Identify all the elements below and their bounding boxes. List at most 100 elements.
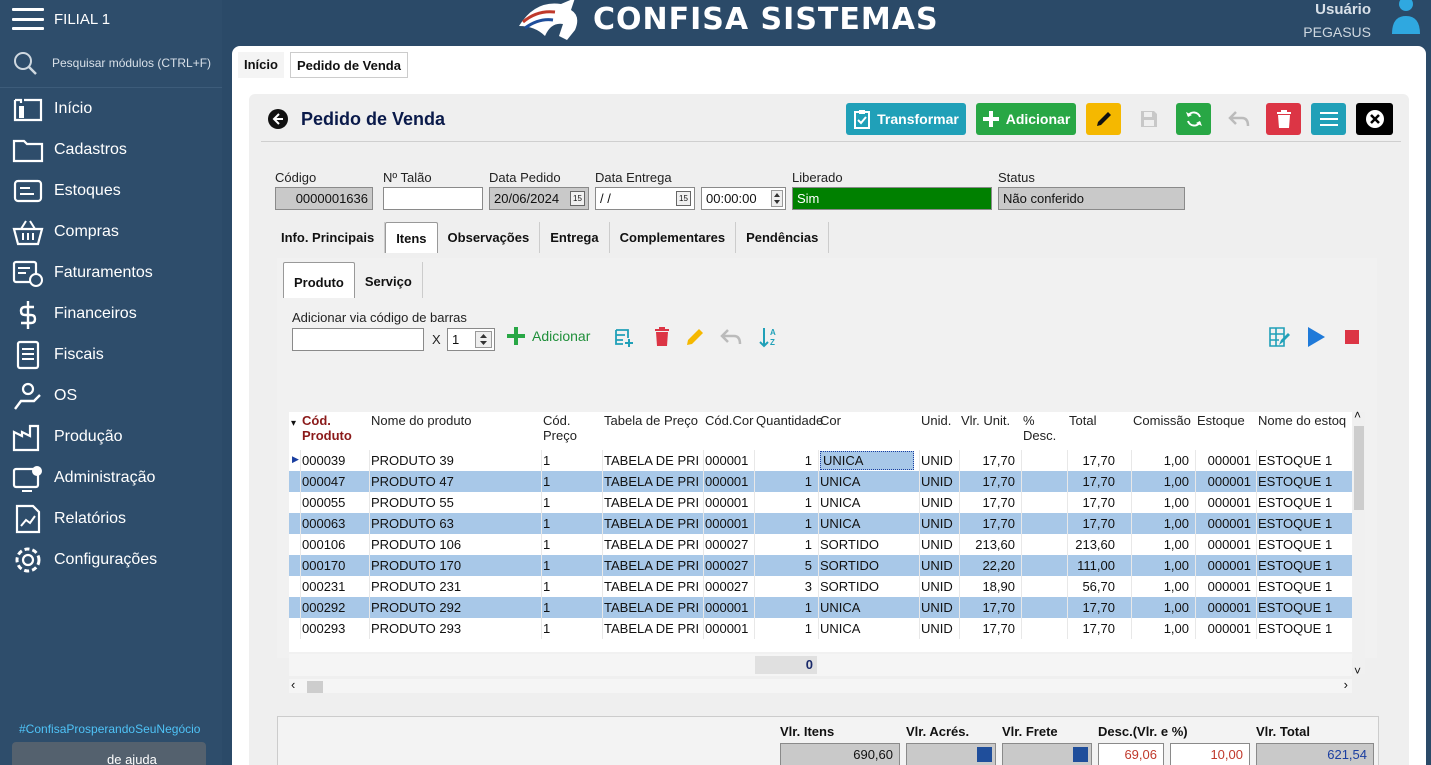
- menu-button[interactable]: [1311, 103, 1346, 135]
- table-cell[interactable]: 1: [543, 579, 597, 594]
- sidebar-item-service[interactable]: OS: [0, 375, 222, 416]
- table-cell[interactable]: 000001: [1197, 621, 1251, 636]
- table-cell[interactable]: 17,70: [1069, 600, 1115, 615]
- undo-button[interactable]: [1221, 103, 1256, 135]
- table-cell[interactable]: UNID: [921, 537, 955, 552]
- horizontal-scrollbar[interactable]: ‹ ›: [289, 677, 1352, 693]
- acres-field[interactable]: [906, 743, 996, 765]
- table-cell[interactable]: PRODUTO 47: [371, 474, 537, 489]
- table-cell[interactable]: 1: [543, 600, 597, 615]
- table-cell[interactable]: 1: [756, 495, 812, 510]
- talao-field[interactable]: [383, 187, 483, 210]
- table-cell[interactable]: 000027: [705, 558, 751, 573]
- table-cell[interactable]: 213,60: [961, 537, 1015, 552]
- items-grid[interactable]: Cód. Produto Nome do produto Cód. Preço Tab…: [289, 412, 1354, 655]
- tab-section-5[interactable]: Pendências: [736, 222, 830, 253]
- table-row[interactable]: 000293 PRODUTO 293 1 TABELA DE PRI 000001 1 UN…: [289, 618, 1352, 639]
- refresh-button[interactable]: [1176, 103, 1211, 135]
- column-header[interactable]: Quantidade: [756, 413, 823, 428]
- calculator-icon[interactable]: [977, 747, 992, 762]
- table-cell[interactable]: 000001: [705, 453, 751, 468]
- hora-field[interactable]: 00:00:00: [701, 187, 786, 210]
- table-cell[interactable]: 1: [543, 495, 597, 510]
- vertical-scrollbar[interactable]: ˄ ˅: [1353, 408, 1365, 678]
- table-cell[interactable]: PRODUTO 293: [371, 621, 537, 636]
- data-entrega-field[interactable]: / / 15: [595, 187, 695, 210]
- edit-button[interactable]: [1086, 103, 1121, 135]
- table-cell[interactable]: 18,90: [961, 579, 1015, 594]
- table-cell[interactable]: ESTOQUE 1: [1258, 537, 1354, 552]
- table-cell[interactable]: SORTIDO: [820, 537, 914, 552]
- table-cell[interactable]: ESTOQUE 1: [1258, 621, 1354, 636]
- column-header[interactable]: Comissão: [1133, 413, 1193, 428]
- table-cell[interactable]: UNID: [921, 474, 955, 489]
- table-cell[interactable]: PRODUTO 55: [371, 495, 537, 510]
- table-cell[interactable]: 1,00: [1133, 621, 1189, 636]
- horizontal-scroll-thumb[interactable]: [307, 681, 323, 693]
- table-cell[interactable]: 1: [756, 453, 812, 468]
- table-row[interactable]: 000055 PRODUTO 55 1 TABELA DE PRI 000001 1 UNI…: [289, 492, 1352, 513]
- stop-icon[interactable]: [1345, 330, 1359, 344]
- table-cell[interactable]: ESTOQUE 1: [1258, 516, 1354, 531]
- table-cell[interactable]: PRODUTO 106: [371, 537, 537, 552]
- table-cell[interactable]: TABELA DE PRI: [604, 558, 700, 573]
- table-cell[interactable]: SORTIDO: [820, 579, 914, 594]
- table-cell[interactable]: 1: [543, 516, 597, 531]
- table-cell[interactable]: TABELA DE PRI: [604, 537, 700, 552]
- table-cell[interactable]: PRODUTO 39: [371, 453, 537, 468]
- table-cell[interactable]: PRODUTO 292: [371, 600, 537, 615]
- spinner-icon[interactable]: [475, 331, 492, 348]
- table-cell[interactable]: 1,00: [1133, 495, 1189, 510]
- user-avatar-icon[interactable]: [1389, 0, 1423, 36]
- table-cell[interactable]: 1: [543, 537, 597, 552]
- table-cell[interactable]: 17,70: [961, 474, 1015, 489]
- column-header[interactable]: Cor: [820, 413, 918, 428]
- column-header[interactable]: Vlr. Unit.: [961, 413, 1019, 428]
- table-cell[interactable]: UNICA: [820, 495, 914, 510]
- table-cell[interactable]: 5: [756, 558, 812, 573]
- tab-section-1[interactable]: Itens: [385, 222, 438, 253]
- table-cell[interactable]: 000170: [302, 558, 366, 573]
- table-cell[interactable]: TABELA DE PRI: [604, 495, 700, 510]
- delete-button[interactable]: [1266, 103, 1301, 135]
- table-cell[interactable]: TABELA DE PRI: [604, 600, 700, 615]
- table-cell[interactable]: 17,70: [1069, 516, 1115, 531]
- desc-pct-field[interactable]: 10,00: [1170, 743, 1250, 765]
- scroll-up-icon[interactable]: ˄: [1354, 408, 1361, 422]
- table-cell[interactable]: UNID: [921, 453, 955, 468]
- table-cell[interactable]: 17,70: [1069, 495, 1115, 510]
- table-cell[interactable]: 17,70: [1069, 453, 1115, 468]
- table-cell[interactable]: 1,00: [1133, 558, 1189, 573]
- tab-section-2[interactable]: Observações: [438, 222, 541, 253]
- column-header[interactable]: Nome do estoq: [1258, 413, 1358, 428]
- table-cell[interactable]: 17,70: [961, 600, 1015, 615]
- table-cell[interactable]: UNID: [921, 495, 955, 510]
- table-cell[interactable]: 1,00: [1133, 453, 1189, 468]
- table-cell[interactable]: 17,70: [961, 516, 1015, 531]
- column-header[interactable]: Tabela de Preço: [604, 413, 704, 428]
- table-cell[interactable]: 1: [756, 474, 812, 489]
- desc-vlr-field[interactable]: 69,06: [1098, 743, 1164, 765]
- table-cell[interactable]: 000001: [705, 621, 751, 636]
- table-cell[interactable]: 1,00: [1133, 600, 1189, 615]
- branch-header[interactable]: FILIAL 1: [0, 0, 222, 38]
- table-cell[interactable]: 000001: [1197, 453, 1251, 468]
- sort-az-icon[interactable]: AZ: [759, 326, 779, 348]
- frete-field[interactable]: [1002, 743, 1092, 765]
- tab-inicio[interactable]: Início: [238, 52, 284, 78]
- sidebar-item-list[interactable]: Fiscais: [0, 334, 222, 375]
- column-header[interactable]: Total: [1069, 413, 1119, 428]
- transform-button[interactable]: Transformar: [846, 103, 966, 135]
- table-cell[interactable]: 17,70: [961, 495, 1015, 510]
- scroll-down-icon[interactable]: ˅: [1354, 664, 1361, 678]
- pencil-icon[interactable]: [685, 327, 705, 347]
- table-cell[interactable]: 000039: [302, 453, 366, 468]
- sidebar-item-report[interactable]: Relatórios: [0, 498, 222, 539]
- table-cell[interactable]: TABELA DE PRI: [604, 621, 700, 636]
- table-row[interactable]: 000292 PRODUTO 292 1 TABELA DE PRI 000001 1 UN…: [289, 597, 1352, 618]
- table-cell[interactable]: UNID: [921, 579, 955, 594]
- column-header[interactable]: Nome do produto: [371, 413, 541, 428]
- table-cell[interactable]: 000001: [1197, 495, 1251, 510]
- column-header[interactable]: Unid.: [921, 413, 959, 428]
- table-cell[interactable]: 1,00: [1133, 537, 1189, 552]
